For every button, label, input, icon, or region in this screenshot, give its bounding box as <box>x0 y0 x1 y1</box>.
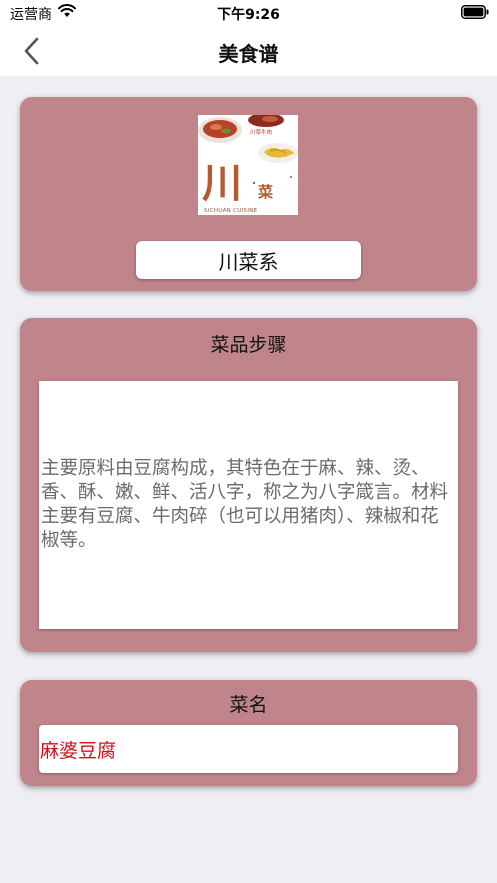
cuisine-card: 川菜牛肉 川 菜 SICHUAN CUISINE 川菜系 <box>20 97 477 291</box>
cuisine-image: 川菜牛肉 川 菜 SICHUAN CUISINE <box>198 115 298 215</box>
page-title: 美食谱 <box>218 42 279 66</box>
dish-name-field[interactable]: 麻婆豆腐 <box>39 725 458 773</box>
status-bar: 运营商 下午9:26 <box>0 0 497 26</box>
cuisine-category-label: 川菜系 <box>136 241 361 279</box>
dish-name-title: 菜名 <box>229 694 268 716</box>
steps-card: 菜品步骤 主要原料由豆腐构成，其特色在于麻、辣、烫、香、酥、嫩、鲜、活八字，称之… <box>20 318 477 652</box>
image-small-char: 菜 <box>257 183 273 201</box>
navigation-bar: 美食谱 <box>0 26 497 76</box>
steps-text-view[interactable]: 主要原料由豆腐构成，其特色在于麻、辣、烫、香、酥、嫩、鲜、活八字，称之为八字箴言… <box>39 381 458 629</box>
status-time: 下午9:26 <box>217 7 280 23</box>
battery-icon <box>461 5 489 19</box>
image-caption: SICHUAN CUISINE <box>204 208 258 214</box>
image-badge-text: 川菜牛肉 <box>250 128 272 136</box>
steps-text: 主要原料由豆腐构成，其特色在于麻、辣、烫、香、酥、嫩、鲜、活八字，称之为八字箴言… <box>41 458 449 551</box>
image-big-char: 川 <box>202 160 242 207</box>
dish-name-value: 麻婆豆腐 <box>40 739 117 762</box>
dish-name-card: 菜名 麻婆豆腐 <box>20 680 477 786</box>
steps-title: 菜品步骤 <box>210 334 287 356</box>
